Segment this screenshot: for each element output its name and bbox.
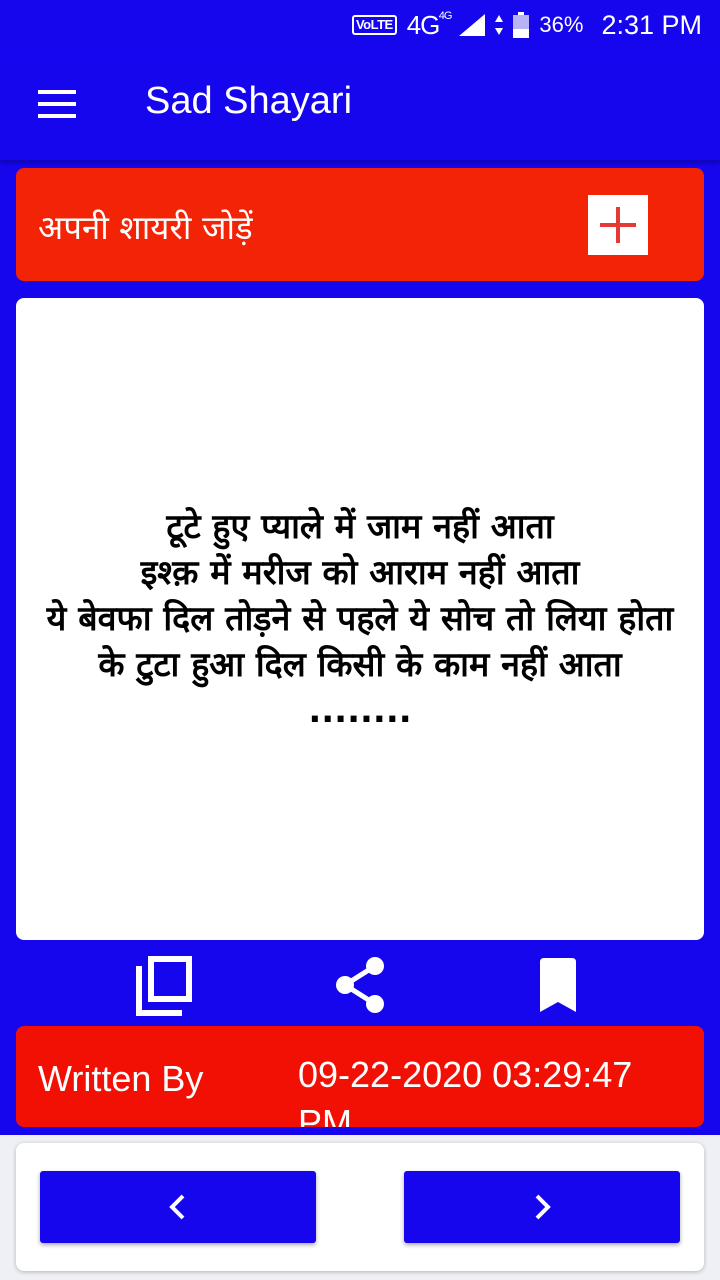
add-shayari-label: अपनी शायरी जोड़ें	[38, 208, 253, 247]
data-arrows-icon	[495, 15, 504, 35]
clock: 2:31 PM	[601, 9, 702, 40]
copy-icon	[136, 956, 192, 1016]
shayari-card: टूटे हुए प्याले में जाम नहीं आता इश्क़ म…	[16, 298, 704, 940]
shayari-actions	[0, 950, 720, 1020]
share-icon	[336, 957, 384, 1013]
share-button[interactable]	[329, 954, 391, 1016]
app-title: Sad Shayari	[145, 80, 353, 122]
shayari-text: टूटे हुए प्याले में जाम नहीं आता इश्क़ म…	[46, 507, 674, 731]
battery-icon	[513, 12, 530, 38]
battery-percent: 36%	[539, 12, 584, 37]
previous-button[interactable]	[40, 1171, 316, 1243]
written-date-overflow: PM	[298, 1102, 352, 1127]
written-date: 09-22-2020 03:29:47	[298, 1054, 633, 1095]
signal-icon	[459, 14, 486, 36]
app-bar: Sad Shayari	[0, 50, 720, 160]
add-shayari-bar[interactable]: अपनी शायरी जोड़ें	[16, 168, 704, 281]
navigation-card	[16, 1143, 704, 1271]
chevron-left-icon	[169, 1194, 185, 1220]
bookmark-button[interactable]	[527, 954, 589, 1016]
bookmark-icon	[540, 958, 576, 1012]
chevron-right-icon	[535, 1194, 551, 1220]
plus-icon	[600, 207, 636, 243]
hamburger-menu-icon[interactable]	[38, 90, 76, 120]
written-by-bar: Written By 09-22-2020 03:29:47 PM	[16, 1026, 704, 1127]
bottom-panel	[0, 1135, 720, 1280]
written-by-label: Written By	[38, 1058, 204, 1099]
volte-indicator: VoLTE	[351, 15, 397, 35]
next-button[interactable]	[404, 1171, 680, 1243]
status-bar: VoLTE 4G 4G 36% 2:31 PM	[0, 0, 720, 50]
network-type: 4G 4G	[406, 9, 453, 40]
add-shayari-button[interactable]	[588, 195, 648, 255]
copy-button[interactable]	[132, 954, 194, 1016]
